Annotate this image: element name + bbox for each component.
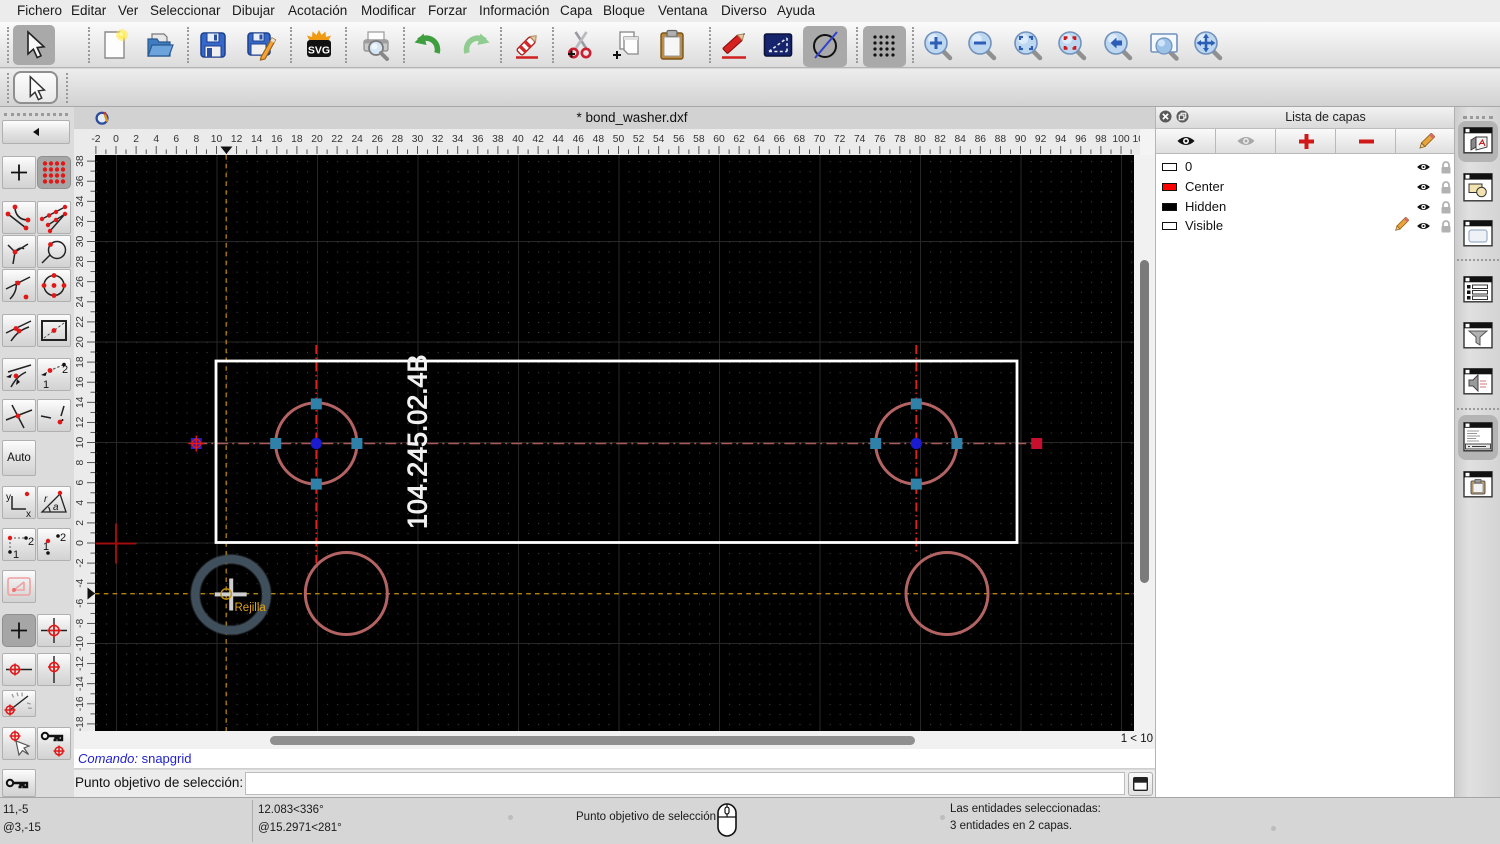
svg-text:-8: -8 [75, 619, 86, 628]
svg-text:-2: -2 [91, 134, 100, 145]
svg-text:16: 16 [271, 134, 283, 145]
svg-text:48: 48 [593, 134, 605, 145]
svg-text:36: 36 [75, 175, 86, 187]
svg-text:104.245.02.4B: 104.245.02.4B [402, 355, 432, 529]
svg-text:56: 56 [673, 134, 685, 145]
svg-text:24: 24 [75, 296, 86, 308]
svg-text:72: 72 [834, 134, 846, 145]
svg-text:92: 92 [1035, 134, 1047, 145]
svg-text:38: 38 [492, 134, 504, 145]
svg-text:-16: -16 [75, 696, 86, 711]
svg-text:34: 34 [75, 195, 86, 207]
svg-text:2: 2 [60, 532, 66, 544]
svg-text:8: 8 [194, 134, 200, 145]
svg-text:6: 6 [75, 480, 86, 486]
svg-text:66: 66 [774, 134, 786, 145]
svg-text:4: 4 [75, 500, 86, 506]
svg-text:34: 34 [452, 134, 464, 145]
svg-text:22: 22 [331, 134, 343, 145]
svg-text:64: 64 [753, 134, 765, 145]
svg-text:24: 24 [351, 134, 363, 145]
svg-text:50: 50 [613, 134, 625, 145]
svg-text:86: 86 [975, 134, 987, 145]
svg-text:88: 88 [995, 134, 1007, 145]
svg-text:18: 18 [75, 356, 86, 368]
svg-text:10: 10 [211, 134, 223, 145]
svg-text:1: 1 [43, 541, 49, 553]
svg-text:8: 8 [75, 459, 86, 465]
svg-text:2: 2 [62, 364, 68, 376]
svg-text:76: 76 [874, 134, 886, 145]
svg-text:12: 12 [231, 134, 243, 145]
svg-text:2: 2 [133, 134, 139, 145]
svg-text:-12: -12 [75, 656, 86, 671]
svg-text:-10: -10 [75, 636, 86, 651]
svg-text:42: 42 [532, 134, 544, 145]
svg-text:4: 4 [153, 134, 159, 145]
svg-text:40: 40 [512, 134, 524, 145]
svg-text:84: 84 [954, 134, 966, 145]
svg-text:-14: -14 [75, 676, 86, 691]
svg-text:2: 2 [75, 520, 86, 526]
svg-text:26: 26 [372, 134, 384, 145]
svg-text:58: 58 [693, 134, 705, 145]
svg-text:38: 38 [75, 155, 86, 167]
svg-text:30: 30 [75, 236, 86, 248]
svg-text:0: 0 [113, 134, 119, 145]
svg-text:12: 12 [75, 416, 86, 428]
svg-text:r: r [44, 494, 48, 505]
svg-text:62: 62 [733, 134, 745, 145]
svg-text:28: 28 [392, 134, 404, 145]
svg-text:22: 22 [75, 316, 86, 328]
svg-text:70: 70 [814, 134, 826, 145]
svg-text:1: 1 [13, 549, 19, 561]
svg-text:30: 30 [412, 134, 424, 145]
svg-text:32: 32 [432, 134, 444, 145]
svg-text:18: 18 [291, 134, 303, 145]
svg-text:44: 44 [552, 134, 564, 145]
svg-text:68: 68 [794, 134, 806, 145]
svg-text:-2: -2 [75, 558, 86, 567]
svg-text:16: 16 [75, 376, 86, 388]
svg-text:82: 82 [934, 134, 946, 145]
svg-text:78: 78 [894, 134, 906, 145]
svg-text:0: 0 [75, 540, 86, 546]
svg-text:2: 2 [28, 536, 34, 548]
svg-text:94: 94 [1055, 134, 1067, 145]
svg-text:80: 80 [914, 134, 926, 145]
svg-text:a: a [53, 502, 59, 513]
svg-text:20: 20 [311, 134, 323, 145]
svg-text:6: 6 [173, 134, 179, 145]
svg-text:20: 20 [75, 336, 86, 348]
svg-text:14: 14 [251, 134, 263, 145]
svg-text:52: 52 [633, 134, 645, 145]
svg-text:-4: -4 [75, 578, 86, 587]
svg-text:10: 10 [75, 437, 86, 449]
svg-text:100: 100 [1112, 134, 1129, 145]
svg-text:46: 46 [573, 134, 585, 145]
svg-text:-18: -18 [75, 716, 86, 731]
svg-text:Rejilla: Rejilla [235, 602, 267, 614]
svg-text:54: 54 [653, 134, 665, 145]
svg-text:26: 26 [75, 276, 86, 288]
svg-text:96: 96 [1075, 134, 1087, 145]
svg-text:28: 28 [75, 256, 86, 268]
svg-text:-6: -6 [75, 598, 86, 607]
svg-text:y: y [6, 492, 11, 503]
svg-text:x: x [26, 509, 31, 519]
svg-text:32: 32 [75, 215, 86, 227]
svg-text:SVG: SVG [308, 45, 330, 57]
svg-text:14: 14 [75, 396, 86, 408]
svg-text:1: 1 [43, 379, 49, 391]
svg-text:90: 90 [1015, 134, 1027, 145]
svg-text:74: 74 [854, 134, 866, 145]
svg-text:36: 36 [472, 134, 484, 145]
svg-text:60: 60 [713, 134, 725, 145]
svg-text:98: 98 [1095, 134, 1107, 145]
